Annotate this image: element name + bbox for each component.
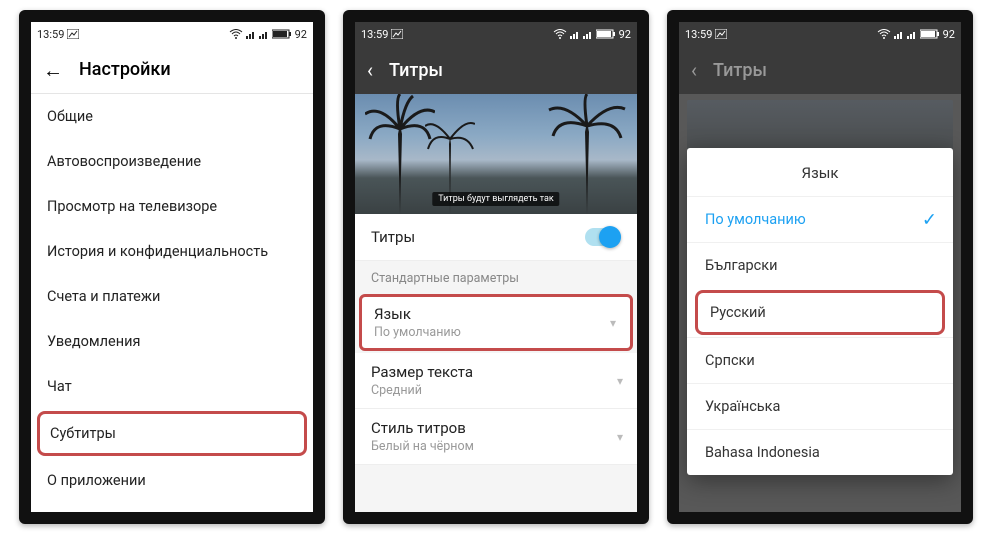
check-icon: ✓	[922, 209, 937, 230]
wifi-icon	[553, 29, 567, 39]
signal-icon	[259, 29, 269, 39]
dialog-title: Язык	[687, 148, 953, 196]
back-arrow-icon[interactable]: ←	[43, 60, 63, 80]
setting-value: По умолчанию	[374, 325, 618, 340]
status-time: 13:59	[361, 28, 388, 41]
status-time: 13:59	[37, 28, 64, 41]
caption-preview: Титры будут выглядеть так	[355, 94, 637, 214]
captions-toggle-row: Титры	[355, 214, 637, 261]
dimmed-background: Язык По умолчанию ✓ Български Русский Ср…	[679, 94, 961, 512]
setting-text-size[interactable]: Размер текста Средний ▾	[355, 353, 637, 409]
setting-title: Стиль титров	[371, 419, 621, 437]
toggle-label: Титры	[371, 228, 415, 246]
language-label: По умолчанию	[705, 211, 806, 228]
wifi-icon	[229, 29, 243, 39]
language-option-russian[interactable]: Русский	[695, 290, 945, 335]
battery-icon	[920, 29, 940, 39]
page-title: Настройки	[79, 59, 171, 80]
status-bar: 13:59 92	[355, 22, 637, 46]
settings-item-tv[interactable]: Просмотр на телевизоре	[31, 184, 313, 229]
screen-1: 13:59 92 ← Настройки Общие Автовоспроизв…	[31, 22, 313, 512]
captions-header-dim: ‹ Титры	[679, 46, 961, 94]
chevron-down-icon: ▾	[617, 374, 623, 388]
signal-icon	[246, 29, 256, 39]
signal-icon	[583, 29, 593, 39]
picture-icon	[391, 29, 403, 39]
settings-item-about[interactable]: О приложении	[31, 458, 313, 503]
picture-icon	[67, 29, 79, 39]
screen-2: 13:59 92 ‹ Титры	[355, 22, 637, 512]
language-option-bulgarian[interactable]: Български	[687, 242, 953, 288]
screen-3: 13:59 92 ‹ Титры Язык По умолчанию ✓	[679, 22, 961, 512]
battery-icon	[272, 29, 292, 39]
language-option-indonesian[interactable]: Bahasa Indonesia	[687, 429, 953, 475]
language-option-serbian[interactable]: Српски	[687, 337, 953, 383]
settings-header: ← Настройки	[31, 46, 313, 94]
status-bar: 13:59 92	[679, 22, 961, 46]
captions-toggle[interactable]	[585, 228, 621, 246]
preview-dimmed	[687, 100, 953, 150]
signal-icon	[907, 29, 917, 39]
language-option-ukrainian[interactable]: Українська	[687, 383, 953, 429]
back-chevron-icon: ‹	[691, 60, 697, 80]
settings-item-subtitles[interactable]: Субтитры	[37, 411, 307, 456]
section-heading: Стандартные параметры	[355, 261, 637, 292]
status-battery: 92	[295, 28, 307, 41]
language-option-default[interactable]: По умолчанию ✓	[687, 196, 953, 242]
signal-icon	[894, 29, 904, 39]
picture-icon	[715, 29, 727, 39]
setting-title: Размер текста	[371, 363, 621, 381]
captions-header: ‹ Титры	[355, 46, 637, 94]
setting-value: Белый на чёрном	[371, 439, 621, 454]
settings-item-history[interactable]: История и конфиденциальность	[31, 229, 313, 274]
settings-item-notifications[interactable]: Уведомления	[31, 319, 313, 364]
battery-icon	[596, 29, 616, 39]
chevron-down-icon: ▾	[610, 316, 616, 330]
phone-frame-3: 13:59 92 ‹ Титры Язык По умолчанию ✓	[667, 10, 973, 524]
signal-icon	[570, 29, 580, 39]
wifi-icon	[877, 29, 891, 39]
chevron-down-icon: ▾	[617, 430, 623, 444]
page-title: Титры	[713, 60, 767, 81]
settings-item-billing[interactable]: Счета и платежи	[31, 274, 313, 319]
setting-caption-style[interactable]: Стиль титров Белый на чёрном ▾	[355, 409, 637, 465]
status-time: 13:59	[685, 28, 712, 41]
setting-title: Язык	[374, 305, 618, 323]
settings-item-autoplay[interactable]: Автовоспроизведение	[31, 139, 313, 184]
phone-frame-2: 13:59 92 ‹ Титры	[343, 10, 649, 524]
caption-sample-text: Титры будут выглядеть так	[432, 192, 559, 206]
page-title: Титры	[389, 60, 443, 81]
phone-frame-1: 13:59 92 ← Настройки Общие Автовоспроизв…	[19, 10, 325, 524]
status-battery: 92	[619, 28, 631, 41]
settings-item-general[interactable]: Общие	[31, 94, 313, 139]
language-dialog: Язык По умолчанию ✓ Български Русский Ср…	[687, 148, 953, 475]
settings-list: Общие Автовоспроизведение Просмотр на те…	[31, 94, 313, 503]
status-battery: 92	[943, 28, 955, 41]
settings-item-chat[interactable]: Чат	[31, 364, 313, 409]
status-bar: 13:59 92	[31, 22, 313, 46]
setting-value: Средний	[371, 383, 621, 398]
back-chevron-icon[interactable]: ‹	[367, 60, 373, 80]
setting-language[interactable]: Язык По умолчанию ▾	[359, 294, 633, 351]
